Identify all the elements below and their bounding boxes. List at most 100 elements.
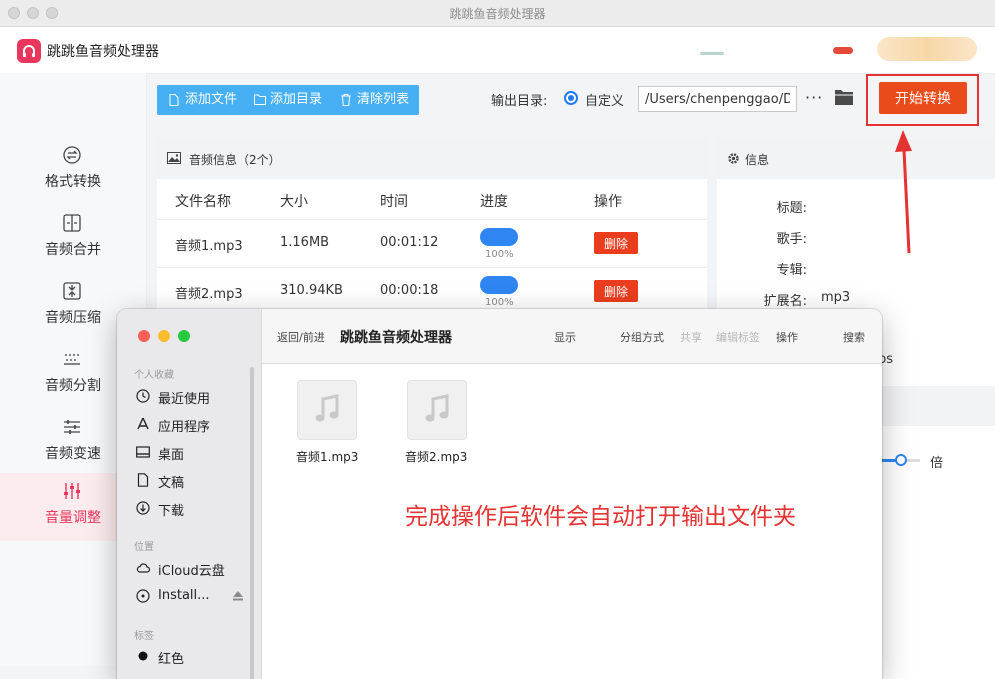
sidebar-scrollbar[interactable] (250, 367, 254, 679)
sidebar-item-label: 文稿 (158, 476, 185, 491)
sidebar-item-tag-red[interactable]: 红色 (134, 646, 254, 667)
sidebar-item-downloads[interactable]: 下载 (134, 498, 254, 519)
file-size: 310.94KB (280, 283, 343, 298)
audio-file-icon[interactable] (407, 380, 467, 440)
finder-sidebar: 个人收藏 最近使用 应用程序 桌面 文稿 下载 位置 iCloud云盘 Inst… (117, 309, 262, 679)
finder-zoom-button[interactable] (178, 330, 190, 342)
output-path-input[interactable] (638, 86, 797, 112)
add-directory-button[interactable]: 添加目录 (254, 85, 326, 115)
finder-close-button[interactable] (138, 330, 150, 342)
speed-icon (64, 420, 80, 434)
delete-button[interactable]: 删除 (594, 232, 638, 254)
sidebar-item-label: 桌面 (158, 448, 185, 463)
download-icon (136, 501, 150, 515)
sidebar-item-label: 格式转换 (45, 174, 101, 190)
favorites-section-label: 个人收藏 (134, 370, 174, 381)
column-header-name: 文件名称 (175, 194, 231, 210)
share-button[interactable]: 共享 (680, 329, 702, 345)
sidebar-item-format-convert[interactable]: 格式转换 (0, 137, 146, 205)
sidebar-item-documents[interactable]: 文稿 (134, 470, 254, 491)
cloud-icon (136, 563, 150, 573)
view-button[interactable]: 显示 (554, 329, 576, 345)
split-icon (64, 354, 80, 365)
file-label[interactable]: 音频1.mp3 (296, 448, 358, 465)
file-size: 1.16MB (280, 235, 330, 250)
music-note-icon (425, 394, 449, 422)
clear-list-button[interactable]: 清除列表 (341, 85, 413, 115)
group-button[interactable]: 分组方式 (620, 329, 664, 345)
sidebar-item-label: 应用程序 (158, 420, 211, 435)
sidebar-item-label: 红色 (158, 652, 185, 667)
edit-tags-button[interactable]: 编辑标签 (716, 329, 760, 345)
add-directory-label: 添加目录 (270, 92, 323, 107)
clear-list-label: 清除列表 (357, 92, 410, 107)
disk-icon (136, 589, 150, 603)
locations-section-label: 位置 (134, 542, 154, 553)
sidebar-item-label: iCloud云盘 (158, 564, 225, 579)
sidebar-item-icloud[interactable]: iCloud云盘 (134, 558, 254, 579)
format-convert-icon (63, 146, 81, 164)
title-label: 标题: (776, 201, 807, 216)
promo-banner[interactable] (877, 37, 977, 61)
file-icon (169, 94, 179, 106)
file-duration: 00:01:12 (380, 235, 439, 250)
app-header: 跳跳鱼音频处理器 (0, 27, 995, 74)
volume-unit-label: 倍 (930, 456, 944, 471)
sidebar-item-install[interactable]: Install... (134, 586, 254, 606)
file-label[interactable]: 音频2.mp3 (405, 448, 467, 465)
finder-window: 个人收藏 最近使用 应用程序 桌面 文稿 下载 位置 iCloud云盘 Inst… (117, 309, 882, 679)
sidebar-item-desktop[interactable]: 桌面 (134, 442, 254, 463)
compress-icon (63, 282, 81, 300)
eject-icon[interactable] (232, 590, 244, 601)
document-icon (137, 473, 149, 487)
progress-bar (480, 228, 518, 246)
file-name: 音频1.mp3 (175, 239, 243, 254)
sidebar-item-label: Install... (158, 588, 210, 603)
add-file-label: 添加文件 (185, 92, 238, 107)
finder-title: 跳跳鱼音频处理器 (340, 330, 452, 346)
file-toolbar: 添加文件 添加目录 清除列表 (157, 85, 419, 115)
audio-info-header: 音频信息（2个） (157, 139, 707, 179)
add-file-button[interactable]: 添加文件 (169, 85, 249, 115)
column-header-time: 时间 (380, 194, 408, 210)
start-convert-button[interactable]: 开始转换 (879, 82, 967, 114)
search-button[interactable]: 搜索 (843, 329, 865, 345)
finder-minimize-button[interactable] (158, 330, 170, 342)
sidebar-item-merge[interactable]: 音频合并 (0, 205, 146, 273)
action-button[interactable]: 操作 (776, 329, 798, 345)
app-name: 跳跳鱼音频处理器 (47, 44, 159, 60)
header-decoration (700, 52, 724, 55)
volume-slider-handle[interactable] (895, 454, 907, 466)
audio-file-icon[interactable] (297, 380, 357, 440)
custom-output-radio[interactable] (564, 91, 578, 105)
back-forward-button[interactable]: 返回/前进 (277, 329, 325, 345)
header-badge (833, 47, 853, 54)
tag-dot-icon (138, 651, 148, 661)
app-logo-icon (17, 39, 41, 63)
annotation-text: 完成操作后软件会自动打开输出文件夹 (405, 504, 796, 530)
output-dir-label: 输出目录: (491, 94, 548, 109)
sidebar-item-recents[interactable]: 最近使用 (134, 386, 254, 407)
audio-info-title: 音频信息（2个） (189, 153, 281, 167)
clock-icon (136, 389, 150, 403)
info-header: 信息 (717, 139, 995, 179)
merge-icon (63, 214, 81, 232)
folder-icon (254, 94, 266, 105)
progress-percent: 100% (485, 249, 514, 260)
progress-percent: 100% (485, 297, 514, 308)
album-label: 专辑: (776, 263, 807, 278)
table-row[interactable]: 音频1.mp3 1.16MB 00:01:12 100% 删除 (157, 219, 707, 268)
column-header-size: 大小 (280, 194, 308, 210)
delete-button[interactable]: 删除 (594, 280, 638, 302)
applications-icon (137, 417, 149, 430)
sidebar-item-label: 下载 (158, 504, 185, 519)
more-options-button[interactable]: ··· (805, 88, 823, 107)
artist-label: 歌手: (776, 232, 807, 247)
music-note-icon (315, 394, 339, 422)
trash-icon (341, 94, 351, 106)
custom-output-label[interactable]: 自定义 (585, 90, 624, 109)
extension-value: mp3 (821, 290, 851, 305)
image-icon (167, 152, 181, 164)
sidebar-item-applications[interactable]: 应用程序 (134, 414, 254, 435)
open-folder-icon[interactable] (834, 88, 854, 106)
